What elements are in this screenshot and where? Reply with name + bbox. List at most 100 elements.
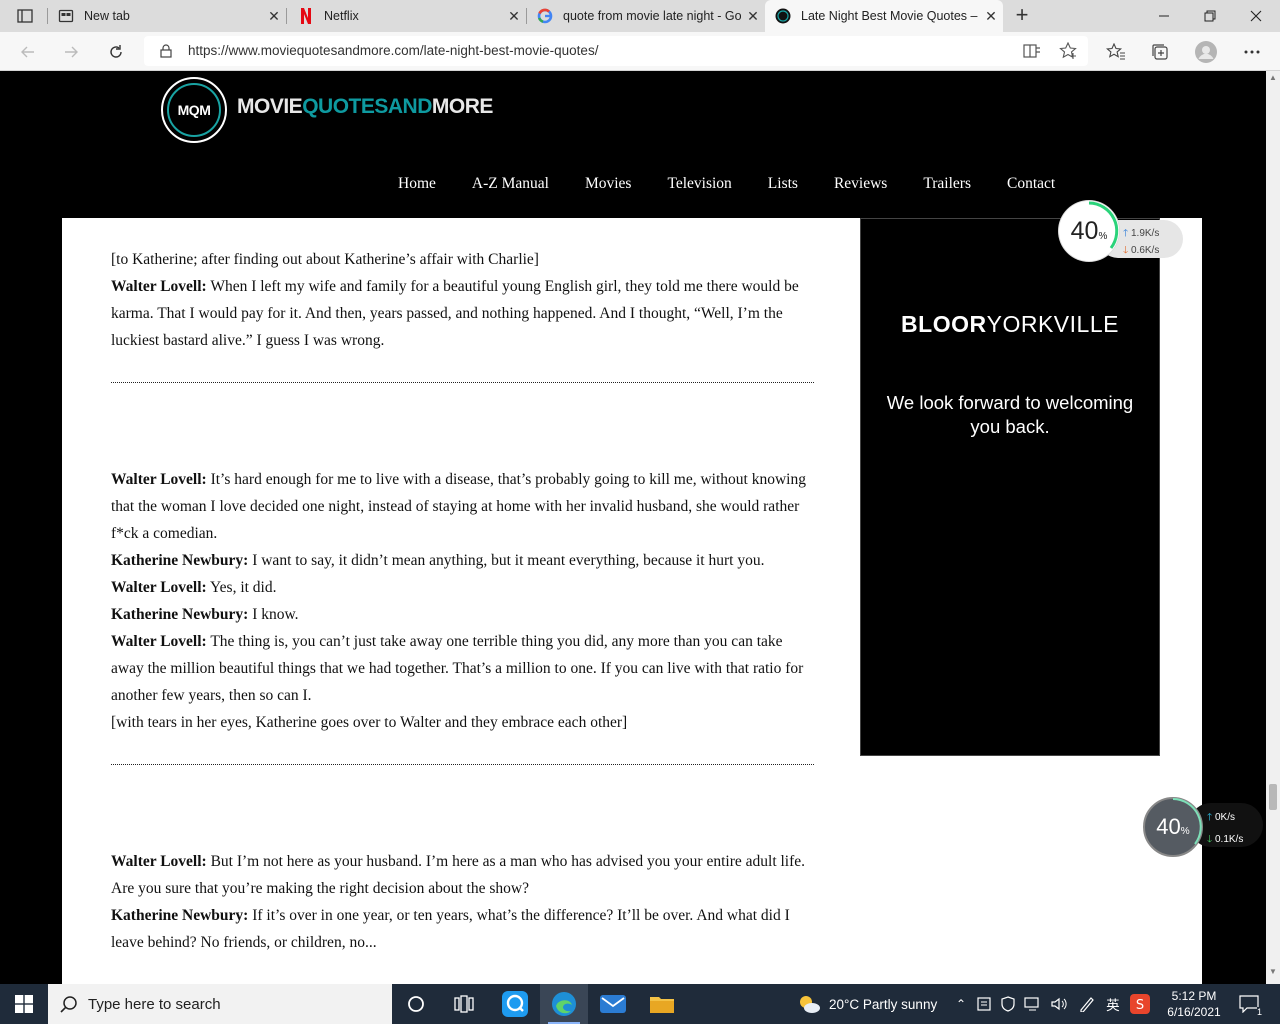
quote-line: Walter Lovell: It’s hard enough for me t… <box>111 466 814 547</box>
quote-text: I want to say, it didn’t mean anything, … <box>248 552 765 569</box>
nav-link-home[interactable]: Home <box>398 175 436 193</box>
nav-link-a-z-manual[interactable]: A-Z Manual <box>472 175 549 193</box>
notification-count: 1 <box>1256 1007 1262 1017</box>
site-logo-wordmark[interactable]: MOVIEQUOTESANDMORE <box>237 95 493 119</box>
collections-button[interactable] <box>1148 40 1172 64</box>
nav-link-reviews[interactable]: Reviews <box>834 175 887 193</box>
scrollbar-thumb[interactable] <box>1269 784 1277 810</box>
nav-link-television[interactable]: Television <box>667 175 731 193</box>
speaker-name: Walter Lovell: <box>111 278 207 295</box>
url-field[interactable]: https://www.moviequotesandmore.com/late-… <box>144 36 1088 66</box>
network-app-icon[interactable] <box>976 996 992 1012</box>
profile-button[interactable] <box>1194 40 1218 64</box>
close-icon[interactable]: ✕ <box>502 8 526 25</box>
tab-label: New tab <box>84 9 130 23</box>
tab-separator <box>286 8 287 24</box>
taskbar-app-file-explorer[interactable] <box>638 984 686 1024</box>
tab-late-night-quotes[interactable]: Late Night Best Movie Quotes – ✕ <box>765 0 1003 32</box>
minimize-button[interactable] <box>1141 0 1187 32</box>
logo-word-part: QUOTESAND <box>302 95 432 118</box>
task-view-button[interactable] <box>440 984 488 1024</box>
cortana-button[interactable] <box>392 984 440 1024</box>
download-arrow-icon: 🡓 <box>1123 245 1129 256</box>
close-icon[interactable]: ✕ <box>741 8 765 25</box>
scroll-down-icon[interactable]: ▼ <box>1269 967 1277 976</box>
speaker-name: Walter Lovell: <box>111 633 207 650</box>
favorites-button[interactable] <box>1104 40 1128 64</box>
settings-more-button[interactable] <box>1240 40 1264 64</box>
download-speed: 🡓 0.1K/s <box>1207 834 1244 845</box>
chevron-up-icon[interactable]: ⌃ <box>956 997 966 1011</box>
logo-mark-text: MQM <box>167 83 221 137</box>
speaker-name: Katherine Newbury: <box>111 552 249 569</box>
window-close-button[interactable] <box>1233 0 1279 32</box>
taskbar-clock[interactable]: 5:12 PM 6/16/2021 <box>1164 988 1224 1020</box>
clock-date: 6/16/2021 <box>1167 1005 1221 1019</box>
page-scrollbar[interactable]: ▲ ▼ <box>1266 71 1280 984</box>
speed-ring-arc <box>1172 798 1202 845</box>
stage-direction: [to Katherine; after finding out about K… <box>111 251 539 268</box>
browser-tab-bar: New tab ✕ Netflix ✕ quote from movie lat… <box>0 0 1280 32</box>
close-icon[interactable]: ✕ <box>262 8 286 25</box>
quote-text: When I left my wife and family for a bea… <box>111 278 799 349</box>
restore-button[interactable] <box>1187 0 1233 32</box>
folder-icon <box>650 997 674 1013</box>
minimize-icon <box>1159 15 1169 17</box>
sogou-input-icon[interactable]: S <box>1129 994 1150 1014</box>
favorites-icon <box>1106 43 1125 60</box>
address-toolbar: https://www.moviequotesandmore.com/late-… <box>0 32 1280 71</box>
more-dots-icon <box>1244 50 1260 54</box>
url-text: https://www.moviequotesandmore.com/late-… <box>188 43 599 58</box>
svg-text:S: S <box>1135 998 1143 1013</box>
close-icon[interactable]: ✕ <box>979 8 1003 25</box>
start-button[interactable] <box>0 984 48 1024</box>
windows-taskbar: Type here to search 20°C Partly sunny ⌃ … <box>0 984 1280 1024</box>
pen-icon[interactable] <box>1078 996 1096 1012</box>
tab-actions-button[interactable] <box>8 4 42 28</box>
notification-center-button[interactable]: 1 <box>1236 993 1262 1017</box>
system-tray: ⌃ 英 S <box>956 984 1150 1024</box>
refresh-icon <box>110 45 122 58</box>
nav-link-movies[interactable]: Movies <box>585 175 632 193</box>
tab-new-tab[interactable]: New tab ✕ <box>48 0 286 32</box>
tab-actions-icon <box>17 9 33 23</box>
quote-line: Katherine Newbury: If it’s over in one y… <box>111 902 814 956</box>
back-button[interactable] <box>15 39 41 65</box>
scroll-up-icon[interactable]: ▲ <box>1269 73 1277 82</box>
shield-icon[interactable] <box>1000 996 1016 1012</box>
refresh-button[interactable] <box>103 39 129 65</box>
download-speed: 🡓 0.6K/s <box>1123 245 1160 256</box>
site-logo-mark[interactable]: MQM <box>161 77 227 143</box>
network-icon[interactable] <box>1024 996 1042 1012</box>
ad-brand-bold: BLOOR <box>901 311 987 337</box>
mail-icon <box>600 995 626 1013</box>
network-speed-widget[interactable]: 40% 🡑 1.9K/s 🡓 0.6K/s <box>1059 201 1183 261</box>
speed-ring-arc <box>1088 201 1119 249</box>
nav-link-lists[interactable]: Lists <box>768 175 798 193</box>
taskbar-app-qq[interactable] <box>491 984 539 1024</box>
quote-line: Walter Lovell: But I’m not here as your … <box>111 848 814 902</box>
site-favicon <box>775 8 791 24</box>
quote-line: Walter Lovell: Yes, it did. <box>111 574 814 601</box>
nav-link-contact[interactable]: Contact <box>1007 175 1055 193</box>
immersive-reader-icon[interactable] <box>1022 42 1042 60</box>
avatar-icon <box>1195 41 1217 63</box>
sidebar-advertisement[interactable]: BLOORYORKVILLE We look forward to welcom… <box>860 218 1160 756</box>
tab-google-search[interactable]: quote from movie late night - Go ✕ <box>527 0 765 32</box>
netflix-icon <box>298 8 314 24</box>
forward-button[interactable] <box>58 39 84 65</box>
add-favorite-icon[interactable] <box>1058 42 1078 60</box>
taskbar-app-edge[interactable] <box>540 984 588 1024</box>
taskbar-app-mail[interactable] <box>589 984 637 1024</box>
stage-direction: [with tears in her eyes, Katherine goes … <box>111 714 628 731</box>
volume-icon[interactable] <box>1050 996 1068 1012</box>
network-speed-widget-floating[interactable]: 40% 🡑 0K/s 🡓 0.1K/s <box>1143 797 1263 857</box>
taskbar-search[interactable]: Type here to search <box>48 984 392 1024</box>
tab-netflix[interactable]: Netflix ✕ <box>288 0 526 32</box>
quote-line: Katherine Newbury: I know. <box>111 601 814 628</box>
nav-link-trailers[interactable]: Trailers <box>923 175 971 193</box>
weather-widget[interactable]: 20°C Partly sunny <box>797 984 937 1024</box>
new-tab-button[interactable]: + <box>1010 4 1034 28</box>
main-navigation: Home A-Z Manual Movies Television Lists … <box>398 175 1091 193</box>
ime-indicator[interactable]: 英 <box>1106 994 1120 1014</box>
